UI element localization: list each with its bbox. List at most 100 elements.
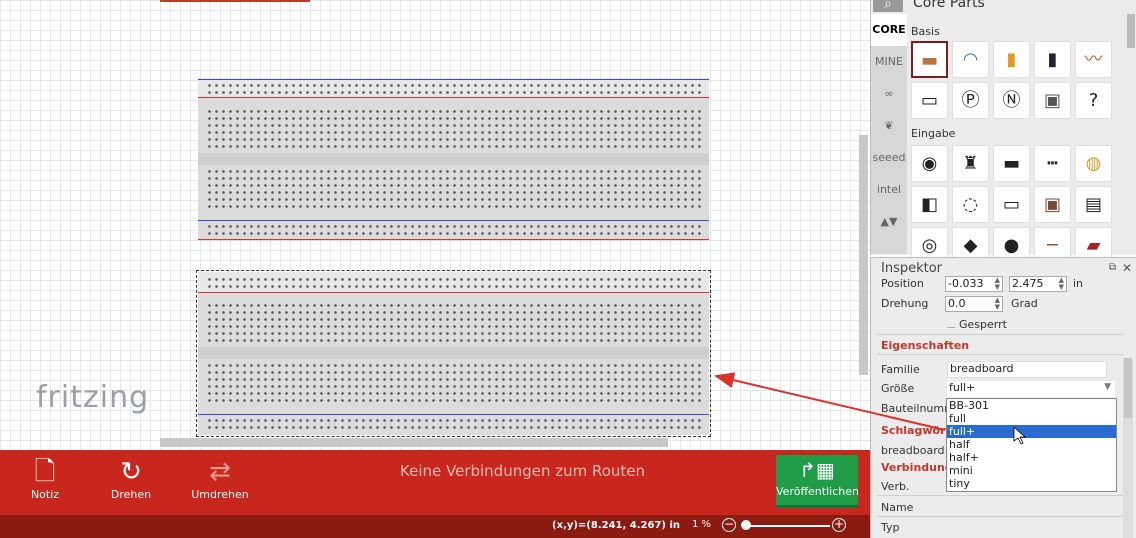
- ceramic-capacitor-part[interactable]: ◠: [952, 41, 989, 78]
- rail-line-blue: [198, 220, 709, 221]
- close-icon[interactable]: ✕: [1122, 261, 1132, 275]
- size-option[interactable]: full: [947, 412, 1116, 425]
- locked-label: Gesperrt: [959, 318, 1007, 331]
- flip-icon: ⇄: [209, 457, 231, 487]
- zoom-in-icon[interactable]: +: [832, 518, 846, 532]
- breadboard-2-selected[interactable]: [196, 270, 711, 437]
- position-label: Position: [881, 277, 924, 290]
- rail-line-blue: [198, 79, 709, 80]
- position-x-field[interactable]: -0.033 ▲ ▼: [945, 276, 1003, 292]
- toggle-switch-part[interactable]: ▤: [1075, 186, 1112, 223]
- pnp-transistor-part[interactable]: Ⓟ: [952, 82, 989, 119]
- trimmer-part[interactable]: ♜: [952, 145, 989, 182]
- terminal-holes-lower: [206, 168, 701, 210]
- name-label: Name: [881, 501, 914, 514]
- selection-outline: [196, 270, 711, 437]
- mosfet-part[interactable]: ▣: [1034, 82, 1071, 119]
- float-panel-icon[interactable]: ⧉: [1109, 262, 1116, 273]
- rotary-dial-part[interactable]: ◍: [1075, 145, 1112, 182]
- routing-status-message: Keine Verbindungen zum Routen: [400, 462, 646, 480]
- divider: [877, 495, 1123, 496]
- electrolytic-capacitor-part[interactable]: ▮: [1034, 41, 1071, 78]
- spin-arrows-icon[interactable]: ▲ ▼: [1059, 277, 1064, 291]
- zoom-slider-handle[interactable]: [741, 520, 752, 530]
- bin-tab-core[interactable]: CORE: [871, 14, 907, 46]
- part-number-label: Bauteilnumm: [881, 402, 955, 415]
- position-unit: in: [1073, 277, 1084, 290]
- rotation-field[interactable]: 0.0 ▲ ▼: [945, 296, 1003, 312]
- potentiometer-part[interactable]: ◉: [911, 145, 948, 182]
- canvas-vertical-scrollbar[interactable]: [859, 135, 868, 375]
- rotate-button[interactable]: ↻ Drehen: [96, 456, 166, 501]
- spin-arrows-icon[interactable]: ▲ ▼: [995, 277, 1000, 291]
- bin-tab-mine[interactable]: MINE: [871, 46, 907, 78]
- size-option[interactable]: half: [947, 438, 1116, 451]
- flip-button[interactable]: ⇄ Umdrehen: [185, 456, 255, 501]
- size-option[interactable]: mini: [947, 464, 1116, 477]
- size-selected-value: full+: [949, 381, 976, 394]
- connections-label: Verb.: [881, 480, 910, 493]
- zoom-slider[interactable]: [742, 525, 830, 527]
- size-label: Größe: [881, 382, 915, 395]
- keywords-value: breadboard: [881, 444, 945, 457]
- size-select[interactable]: full+ ▼: [947, 381, 1115, 397]
- slide-potentiometer-part[interactable]: ▬: [993, 145, 1030, 182]
- scroll-thumb[interactable]: [1124, 358, 1132, 418]
- npn-transistor-part[interactable]: Ⓝ: [993, 82, 1030, 119]
- size-option[interactable]: tiny: [947, 477, 1116, 490]
- family-field[interactable]: breadboard: [947, 361, 1107, 378]
- section-eingabe: Eingabe: [911, 127, 956, 140]
- parts-panel: ⌕ Core Parts CORE MINE ∞ ❦ seeed intel ▲…: [870, 0, 1136, 264]
- spin-arrows-icon[interactable]: ▲ ▼: [995, 297, 1000, 311]
- share-grid-icon: ↱▦: [799, 458, 835, 482]
- position-x-value: -0.033: [948, 277, 984, 290]
- inductor-part[interactable]: 〰: [1075, 41, 1112, 78]
- bin-tabs: CORE MINE ∞ ❦ seeed intel ▲▼: [871, 14, 907, 254]
- size-dropdown-list[interactable]: BB-301 full full+ half half+ mini tiny: [946, 398, 1117, 492]
- rail-holes: [206, 223, 701, 237]
- position-y-field[interactable]: 2.475 ▲ ▼: [1009, 276, 1067, 292]
- rotary-encoder-part[interactable]: ◧: [911, 186, 948, 223]
- status-bar: (x,y)=(8.241, 4.267) in 1 % − +: [0, 515, 870, 538]
- bin-tab-seeed[interactable]: seeed: [871, 142, 907, 174]
- rotate-label: Drehen: [110, 488, 152, 501]
- breadboard-1[interactable]: [198, 78, 709, 241]
- pushbutton-part[interactable]: ▣: [1034, 186, 1071, 223]
- rail-holes: [206, 82, 701, 96]
- dip-switch-part[interactable]: ◌: [952, 186, 989, 223]
- rotation-label: Drehung: [881, 297, 929, 310]
- breadboard-canvas[interactable]: fritzing: [0, 0, 870, 450]
- diode-part[interactable]: ▭: [911, 82, 948, 119]
- bin-tab-intel[interactable]: intel: [871, 174, 907, 206]
- parts-grid-basis: ▬ ◠ ▮ ▮ 〰 ▭ Ⓟ Ⓝ ▣ ?: [911, 41, 1112, 119]
- zoom-out-icon[interactable]: −: [722, 518, 736, 532]
- resistor-part[interactable]: ▬: [911, 41, 948, 78]
- parts-grid-eingabe: ◉ ♜ ▬ ┅ ◍ ◧ ◌ ▭ ▣ ▤ ◎ ◆ ● ─ ▰: [911, 145, 1112, 264]
- canvas-horizontal-scrollbar[interactable]: [160, 438, 668, 447]
- locked-checkbox[interactable]: Gesperrt: [947, 318, 1007, 331]
- slide-switch-part[interactable]: ▭: [993, 186, 1030, 223]
- chevron-down-icon[interactable]: ▼: [1104, 382, 1111, 392]
- note-button[interactable]: 🗋 Notiz: [10, 456, 80, 501]
- divider: [877, 516, 1123, 517]
- flip-label: Umdrehen: [191, 488, 249, 501]
- mystery-part[interactable]: ?: [1075, 82, 1112, 119]
- size-option[interactable]: full+: [947, 425, 1116, 438]
- bin-tab-arduino[interactable]: ∞: [871, 78, 907, 110]
- pin-header-part[interactable]: ┅: [1034, 145, 1071, 182]
- search-icon[interactable]: ⌕: [873, 0, 903, 12]
- fritzing-logo: fritzing: [36, 380, 150, 415]
- fritzing-window: fritzing 🗋 Notiz ↻ Drehen ⇄ Umdrehen Kei…: [0, 0, 1136, 538]
- bin-scroll-arrows[interactable]: ▲▼: [871, 206, 907, 238]
- tantalum-capacitor-part[interactable]: ▮: [993, 41, 1030, 78]
- bottom-toolbar: 🗋 Notiz ↻ Drehen ⇄ Umdrehen Keine Verbin…: [0, 450, 870, 515]
- parts-scrollbar[interactable]: [1127, 14, 1135, 48]
- type-label: Typ: [881, 521, 900, 534]
- size-option[interactable]: half+: [947, 451, 1116, 464]
- checkbox-icon[interactable]: [947, 320, 955, 328]
- bin-tab-sparkfun[interactable]: ❦: [871, 110, 907, 142]
- inspector-scrollbar[interactable]: [1123, 358, 1133, 538]
- publish-button[interactable]: ↱▦ Veröffentlichen: [776, 455, 859, 508]
- divider: [877, 354, 1123, 355]
- size-option[interactable]: BB-301: [947, 399, 1116, 412]
